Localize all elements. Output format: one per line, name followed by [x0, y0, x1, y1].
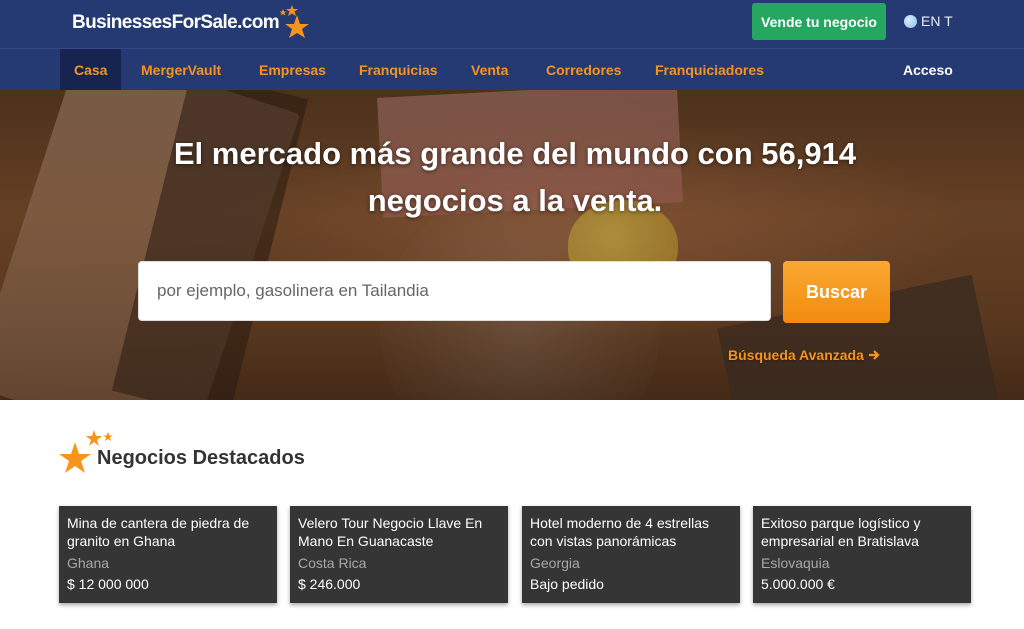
search-input[interactable] [138, 261, 771, 321]
card-location: Georgia [530, 555, 580, 571]
featured-header: Negocios Destacados [59, 430, 305, 476]
nav-item-venta[interactable]: Venta [471, 49, 508, 90]
card-price: 5.000.000 € [761, 576, 835, 592]
logo-text: BusinessesForSale.com [72, 12, 280, 33]
login-link[interactable]: Acceso [903, 49, 953, 90]
featured-card[interactable]: Velero Tour Negocio Llave En Mano En Gua… [290, 506, 508, 603]
nav-item-franquicias[interactable]: Franquicias [359, 49, 438, 90]
main-nav: Casa MergerVault Empresas Franquicias Ve… [0, 48, 1024, 90]
card-title: Hotel moderno de 4 estrellas con vistas … [530, 515, 709, 549]
hero-title: El mercado más grande del mundo con 56,9… [173, 136, 857, 218]
arrow-right-icon [868, 350, 880, 360]
language-selector[interactable]: EN T [904, 13, 953, 29]
globe-icon [904, 14, 917, 28]
site-logo[interactable]: BusinessesForSale.com [72, 4, 315, 42]
card-location: Costa Rica [298, 555, 367, 571]
featured-card[interactable]: Exitoso parque logístico y empresarial e… [753, 506, 971, 603]
nav-item-franquiciadores[interactable]: Franquiciadores [655, 49, 764, 90]
language-label: EN T [921, 13, 953, 29]
card-price: $ 246.000 [298, 576, 361, 592]
card-title: Exitoso parque logístico y empresarial e… [761, 515, 921, 549]
card-price: $ 12 000 000 [67, 576, 149, 592]
search-button[interactable]: Buscar [783, 261, 890, 323]
featured-stars-icon [59, 430, 119, 476]
logo-stars-icon [275, 4, 315, 42]
card-title: Velero Tour Negocio Llave En Mano En Gua… [298, 515, 483, 549]
advanced-search-label: Búsqueda Avanzada [728, 347, 864, 363]
card-location: Eslovaquia [761, 555, 830, 571]
card-price: Bajo pedido [530, 576, 604, 592]
nav-item-empresas[interactable]: Empresas [259, 49, 326, 90]
featured-card[interactable]: Mina de cantera de piedra de granito en … [59, 506, 277, 603]
hero-banner: El mercado más grande del mundo con 56,9… [0, 90, 1024, 400]
card-location: Ghana [67, 555, 110, 571]
featured-section: Negocios Destacados Mina de cantera de p… [0, 400, 1024, 629]
card-title: Mina de cantera de piedra de granito en … [67, 515, 250, 549]
nav-item-corredores[interactable]: Corredores [546, 49, 621, 90]
featured-heading: Negocios Destacados [97, 447, 305, 469]
nav-item-mergervault[interactable]: MergerVault [141, 49, 221, 90]
featured-card[interactable]: Hotel moderno de 4 estrellas con vistas … [522, 506, 740, 603]
nav-item-casa[interactable]: Casa [60, 49, 122, 90]
advanced-search-link[interactable]: Búsqueda Avanzada [728, 347, 880, 363]
sell-business-button[interactable]: Vende tu negocio [752, 3, 886, 40]
top-bar: BusinessesForSale.com Vende tu negocio E… [0, 0, 1024, 48]
